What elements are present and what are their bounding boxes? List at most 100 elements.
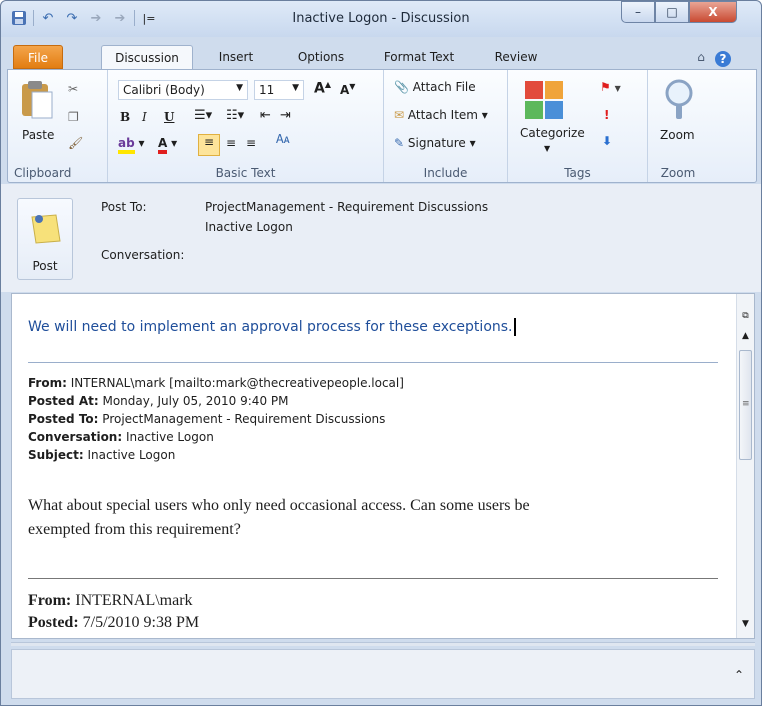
paperclip-icon: 📎 [394, 80, 413, 94]
posted-at-label: Posted At: [28, 394, 99, 408]
conversation-label: Conversation: [101, 248, 185, 262]
maximize-button[interactable]: □ [655, 1, 689, 23]
tab-options[interactable]: Options [285, 45, 357, 69]
align-center-icon[interactable]: ≡ [226, 136, 236, 150]
clipboard-group: Paste ✂ ❐ 🖌 Clipboard [8, 70, 108, 182]
post-to-value[interactable]: ProjectManagement - Requirement Discussi… [205, 200, 488, 214]
high-importance-icon[interactable]: ! [604, 108, 609, 122]
italic-button[interactable]: I [142, 110, 147, 124]
posted-to-value: ProjectManagement - Requirement Discussi… [102, 412, 386, 426]
tab-file[interactable]: File [13, 45, 63, 69]
attach-file-button[interactable]: 📎 Attach File [394, 80, 476, 94]
quote1-body-line1: What about special users who only need o… [28, 497, 530, 514]
pen-icon: ✎ [394, 136, 408, 150]
scroll-thumb[interactable]: ≡ [739, 350, 752, 460]
quote2-from: From: INTERNAL\mark [28, 590, 199, 612]
grow-font-icon[interactable]: A▲ [314, 80, 331, 97]
categorize-icon[interactable] [524, 80, 564, 123]
signature-label: Signature [407, 136, 466, 150]
svg-text:?: ? [720, 52, 727, 66]
window-controls: – □ X [621, 1, 737, 23]
conversation-value[interactable]: Inactive Logon [205, 220, 293, 234]
typed-text-content: We will need to implement an approval pr… [28, 319, 513, 335]
signature-button[interactable]: ✎ Signature ▾ [394, 136, 476, 150]
basic-text-group-label: Basic Text [215, 166, 276, 180]
chevron-down-icon[interactable]: ▼ [544, 144, 550, 153]
follow-up-flag-icon[interactable]: ⚑ ▼ [600, 80, 621, 94]
post-button[interactable]: Post [17, 198, 73, 280]
tab-discussion[interactable]: Discussion [101, 45, 193, 69]
align-left-icon[interactable]: ≡ [198, 134, 220, 156]
tab-format-text[interactable]: Format Text [371, 45, 467, 69]
bullets-icon[interactable]: ☰▾ [194, 108, 212, 123]
chevron-down-icon: ▼ [292, 83, 299, 93]
include-group-label: Include [423, 166, 468, 180]
minimize-button[interactable]: – [621, 1, 655, 23]
paste-icon[interactable] [20, 80, 54, 123]
people-pane: ⌃ [11, 649, 755, 699]
highlight-icon[interactable]: ab ▾ [118, 136, 145, 154]
text-cursor [513, 318, 516, 336]
post-to-label: Post To: [101, 200, 147, 214]
basic-text-group: Calibri (Body) ▼ 11 ▼ A▲ A▼ B I U ☰▾ ☷▾ ⇤ … [108, 70, 384, 182]
quote1-body-line2: exempted from this requirement? [28, 521, 241, 538]
font-name-value: Calibri (Body) [123, 83, 205, 97]
quote1-body: What about special users who only need o… [28, 494, 530, 542]
tab-review[interactable]: Review [481, 45, 551, 69]
zoom-button[interactable]: Zoom [660, 128, 695, 142]
paste-button[interactable]: Paste [22, 128, 54, 142]
low-importance-icon[interactable]: ⬇ [602, 134, 612, 148]
title-bar: ↶ ↷ ➔ ➔ |= Inactive Logon - Discussion –… [1, 1, 761, 37]
close-button[interactable]: X [689, 1, 737, 23]
posted-to-label: Posted To: [28, 412, 99, 426]
vertical-scrollbar[interactable]: ⧉ ▲ ≡ ▼ [736, 294, 754, 638]
tab-insert[interactable]: Insert [206, 45, 266, 69]
tags-group: Categorize ▼ ⚑ ▼ ! ⬇ Tags [508, 70, 648, 182]
quote2-posted: Posted: 7/5/2010 9:38 PM [28, 612, 199, 634]
font-color-icon[interactable]: A ▾ [158, 136, 177, 154]
pane-separator[interactable] [11, 642, 755, 646]
posted-value: 7/5/2010 9:38 PM [82, 614, 200, 631]
ruler-icon[interactable]: ⧉ [738, 308, 753, 324]
typed-text[interactable]: We will need to implement an approval pr… [28, 318, 516, 336]
minimize-ribbon-icon[interactable]: ⌂ [691, 45, 711, 69]
subject-value: Inactive Logon [87, 448, 176, 462]
categorize-button[interactable]: Categorize [520, 126, 585, 140]
shrink-font-icon[interactable]: A▼ [340, 82, 355, 97]
underline-button[interactable]: U [164, 110, 174, 124]
numbering-icon[interactable]: ☷▾ [226, 108, 244, 123]
align-right-icon[interactable]: ≡ [246, 136, 256, 150]
grip-icon: ≡ [742, 399, 750, 409]
attach-item-button[interactable]: ✉ Attach Item ▾ [394, 108, 488, 122]
quote-divider [28, 362, 718, 363]
message-content[interactable]: We will need to implement an approval pr… [12, 294, 736, 638]
font-name-box[interactable]: Calibri (Body) ▼ [118, 80, 248, 100]
from-label: From: [28, 376, 67, 390]
quote1-subject: Subject: Inactive Logon [28, 446, 404, 464]
message-body[interactable]: We will need to implement an approval pr… [11, 293, 755, 639]
help-icon[interactable]: ? [713, 45, 733, 69]
post-note-icon [30, 211, 62, 248]
chevron-down-icon: ▼ [236, 83, 243, 93]
quote-divider [28, 578, 718, 579]
copy-icon[interactable]: ❐ [68, 110, 79, 124]
expand-people-pane-icon[interactable]: ⌃ [734, 668, 744, 682]
quote1-headers: From: INTERNAL\mark [mailto:mark@thecrea… [28, 374, 404, 464]
ribbon-tabs: File Discussion Insert Options Format Te… [1, 45, 761, 69]
decrease-indent-icon[interactable]: ⇤ [260, 108, 271, 123]
spelling-icon[interactable]: 🗛 [276, 132, 290, 147]
bold-button[interactable]: B [120, 110, 130, 124]
zoom-group-label: Zoom [660, 166, 696, 180]
increase-indent-icon[interactable]: ⇥ [280, 108, 291, 123]
scroll-up-arrow[interactable]: ▲ [738, 328, 753, 344]
conversation-value: Inactive Logon [125, 430, 214, 444]
scroll-down-arrow[interactable]: ▼ [738, 616, 753, 632]
magnifier-icon[interactable] [662, 78, 696, 123]
quote1-posted-to: Posted To: ProjectManagement - Requireme… [28, 410, 404, 428]
format-painter-icon[interactable]: 🖌 [68, 136, 83, 150]
font-size-box[interactable]: 11 ▼ [254, 80, 304, 100]
cut-icon[interactable]: ✂ [68, 82, 78, 96]
ribbon: Paste ✂ ❐ 🖌 Clipboard Calibri (Body) ▼ 11… [7, 69, 757, 183]
post-header: Post Post To: ProjectManagement - Requir… [1, 184, 761, 292]
font-size-value: 11 [259, 83, 275, 97]
